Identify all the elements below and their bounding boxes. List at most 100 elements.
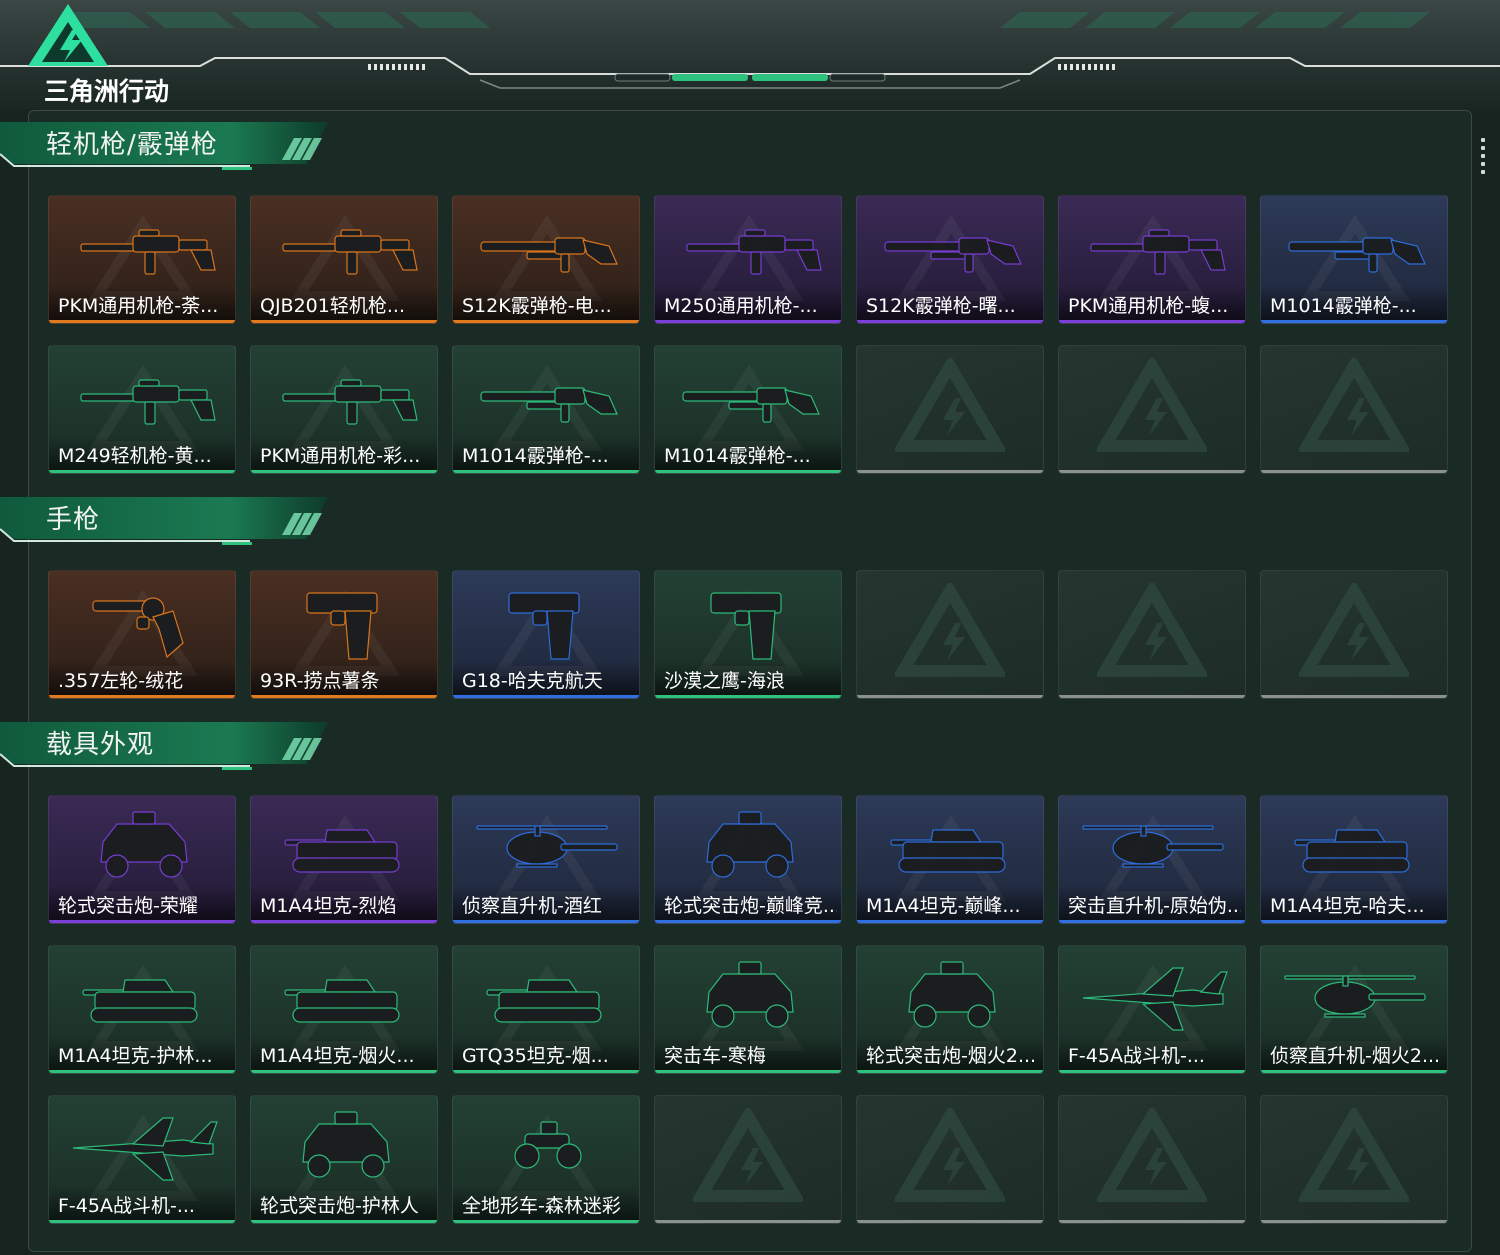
skin-card[interactable]: M1A4坦克-烈焰 — [250, 795, 438, 924]
rarity-bar — [453, 920, 639, 923]
skin-card[interactable]: 侦察直升机-酒红 — [452, 795, 640, 924]
empty-slot — [856, 345, 1044, 474]
rarity-bar — [655, 470, 841, 473]
section-title: 轻机枪/霰弹枪 — [46, 130, 218, 160]
skin-name: G18-哈夫克航天 — [462, 670, 603, 692]
skin-name: M249轻机枪-黄... — [58, 445, 212, 467]
skin-card[interactable]: 轮式突击炮-烟火2... — [856, 945, 1044, 1074]
rarity-bar — [1261, 470, 1447, 473]
skin-name: PKM通用机枪-彩... — [260, 445, 421, 467]
rarity-bar — [251, 1220, 437, 1223]
skin-card[interactable]: 93R-捞点薯条 — [250, 570, 438, 699]
rarity-bar — [1261, 1220, 1447, 1223]
rarity-bar — [655, 1220, 841, 1223]
section-header: 载具外观 — [0, 720, 340, 776]
skin-card[interactable]: S12K霰弹枪-电... — [452, 195, 640, 324]
rarity-bar — [453, 470, 639, 473]
skin-card[interactable]: .357左轮-绒花 — [48, 570, 236, 699]
logo-text: 三角洲行动 — [44, 77, 170, 106]
rarity-bar — [453, 695, 639, 698]
placeholder-logo-icon — [1299, 1107, 1409, 1202]
skin-name: 93R-捞点薯条 — [260, 670, 380, 692]
skin-card[interactable]: PKM通用机枪-蝮... — [1058, 195, 1246, 324]
placeholder-logo-icon — [1097, 357, 1207, 452]
rarity-bar — [857, 470, 1043, 473]
skin-name: 轮式突击炮-荣耀 — [58, 895, 198, 917]
section-header: 手枪 — [0, 495, 340, 551]
skin-name: M1A4坦克-哈夫... — [1270, 895, 1425, 917]
skin-name: M1014霰弹枪-... — [462, 445, 609, 467]
skin-name: 突击直升机-原始伪... — [1068, 895, 1241, 917]
skin-card[interactable]: F-45A战斗机-... — [1058, 945, 1246, 1074]
empty-slot — [1058, 570, 1246, 699]
skin-card[interactable]: M1014霰弹枪-... — [452, 345, 640, 474]
rarity-bar — [453, 320, 639, 323]
rarity-bar — [49, 1220, 235, 1223]
placeholder-logo-icon — [1299, 357, 1409, 452]
rarity-bar — [857, 1070, 1043, 1073]
rarity-bar — [49, 1070, 235, 1073]
rarity-bar — [1059, 470, 1245, 473]
skin-card[interactable]: 突击车-寒梅 — [654, 945, 842, 1074]
skin-card[interactable]: F-45A战斗机-... — [48, 1095, 236, 1224]
rarity-bar — [655, 320, 841, 323]
skin-card[interactable]: G18-哈夫克航天 — [452, 570, 640, 699]
skin-card[interactable]: 轮式突击炮-荣耀 — [48, 795, 236, 924]
skin-name: M250通用机枪-... — [664, 295, 818, 317]
placeholder-logo-icon — [693, 1107, 803, 1202]
empty-slot — [856, 1095, 1044, 1224]
skin-card[interactable]: 全地形车-森林迷彩 — [452, 1095, 640, 1224]
rarity-bar — [655, 695, 841, 698]
skin-name: F-45A战斗机-... — [1068, 1045, 1205, 1067]
skin-card[interactable]: M1A4坦克-烟火... — [250, 945, 438, 1074]
skin-card[interactable]: M1A4坦克-哈夫... — [1260, 795, 1448, 924]
skin-card[interactable]: 突击直升机-原始伪... — [1058, 795, 1246, 924]
rarity-bar — [49, 320, 235, 323]
skin-card[interactable]: 轮式突击炮-巅峰竞... — [654, 795, 842, 924]
skin-name: PKM通用机枪-蝮... — [1068, 295, 1229, 317]
rarity-bar — [453, 1220, 639, 1223]
skin-card[interactable]: M249轻机枪-黄... — [48, 345, 236, 474]
skin-name: M1014霰弹枪-... — [664, 445, 811, 467]
section-title: 手枪 — [46, 505, 101, 535]
skin-card[interactable]: M1014霰弹枪-... — [654, 345, 842, 474]
skin-card[interactable]: PKM通用机枪-彩... — [250, 345, 438, 474]
skin-card[interactable]: M1014霰弹枪-... — [1260, 195, 1448, 324]
rarity-bar — [1059, 920, 1245, 923]
placeholder-logo-icon — [1299, 582, 1409, 677]
empty-slot — [1260, 570, 1448, 699]
skin-card[interactable]: PKM通用机枪-荼... — [48, 195, 236, 324]
skin-card[interactable]: GTQ35坦克-烟... — [452, 945, 640, 1074]
empty-slot — [1058, 345, 1246, 474]
scrollbar-handle[interactable] — [1478, 138, 1488, 178]
skin-name: 轮式突击炮-护林人 — [260, 1195, 419, 1217]
skin-name: PKM通用机枪-荼... — [58, 295, 219, 317]
rarity-bar — [49, 470, 235, 473]
rarity-bar — [1261, 920, 1447, 923]
skin-card[interactable]: 轮式突击炮-护林人 — [250, 1095, 438, 1224]
skin-name: 轮式突击炮-巅峰竞... — [664, 895, 837, 917]
skin-card[interactable]: 沙漠之鹰-海浪 — [654, 570, 842, 699]
skin-card[interactable]: QJB201轻机枪... — [250, 195, 438, 324]
rarity-bar — [251, 695, 437, 698]
skin-name: S12K霰弹枪-电... — [462, 295, 612, 317]
rarity-bar — [655, 1070, 841, 1073]
rarity-bar — [1261, 695, 1447, 698]
skin-card[interactable]: S12K霰弹枪-曙... — [856, 195, 1044, 324]
skin-name: 侦察直升机-烟火2... — [1270, 1045, 1441, 1067]
rarity-bar — [453, 1070, 639, 1073]
skin-name: QJB201轻机枪... — [260, 295, 405, 317]
rarity-bar — [1261, 320, 1447, 323]
rarity-bar — [251, 1070, 437, 1073]
skin-card[interactable]: 侦察直升机-烟火2... — [1260, 945, 1448, 1074]
rarity-bar — [655, 920, 841, 923]
skin-card[interactable]: M1A4坦克-巅峰... — [856, 795, 1044, 924]
skin-card[interactable]: M250通用机枪-... — [654, 195, 842, 324]
placeholder-logo-icon — [1097, 1107, 1207, 1202]
skin-card[interactable]: M1A4坦克-护林... — [48, 945, 236, 1074]
skin-name: 沙漠之鹰-海浪 — [664, 670, 785, 692]
rarity-bar — [1059, 695, 1245, 698]
section-header: 轻机枪/霰弹枪 — [0, 120, 340, 176]
skin-name: S12K霰弹枪-曙... — [866, 295, 1016, 317]
placeholder-logo-icon — [895, 582, 1005, 677]
